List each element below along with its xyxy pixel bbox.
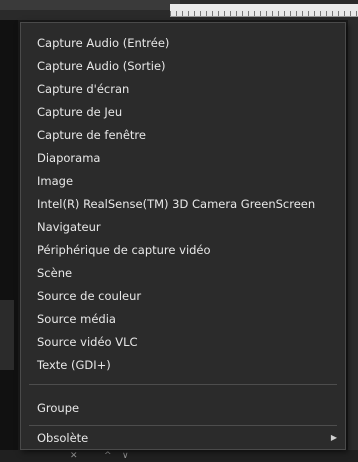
menu-item-deprecated[interactable]: Obsolète ▶: [21, 428, 345, 448]
menu-item-realsense-greenscreen[interactable]: Intel(R) RealSense(TM) 3D Camera GreenSc…: [21, 193, 345, 216]
menu-item-display-capture[interactable]: Capture d'écran: [21, 78, 345, 101]
menu-item-slideshow[interactable]: Diaporama: [21, 147, 345, 170]
background-label-strip: [0, 0, 180, 10]
menu-item-game-capture[interactable]: Capture de Jeu: [21, 101, 345, 124]
menu-item-group[interactable]: Groupe: [21, 397, 345, 420]
menu-item-scene[interactable]: Scène: [21, 262, 345, 285]
menu-item-audio-output-capture[interactable]: Capture Audio (Sortie): [21, 55, 345, 78]
background-ruler: [170, 4, 358, 17]
menu-separator: [29, 425, 337, 426]
background-left-panel: [0, 20, 18, 462]
menu-item-browser[interactable]: Navigateur: [21, 216, 345, 239]
menu-separator: [29, 384, 337, 385]
bottom-up-icon: ^: [104, 451, 112, 461]
bottom-down-icon: ∨: [122, 451, 129, 461]
submenu-arrow-icon: ▶: [330, 433, 337, 442]
menu-item-color-source[interactable]: Source de couleur: [21, 285, 345, 308]
bottom-close-icon: ✕: [70, 451, 78, 461]
menu-item-deprecated-label: Obsolète: [37, 431, 89, 445]
menu-item-audio-input-capture[interactable]: Capture Audio (Entrée): [21, 32, 345, 55]
background-bottom-bar: [0, 450, 358, 462]
background-left-panel-highlight: [0, 300, 14, 370]
background-right-panel: [348, 20, 358, 462]
menu-item-text-gdi[interactable]: Texte (GDI+): [21, 354, 345, 377]
menu-item-media-source[interactable]: Source média: [21, 308, 345, 331]
menu-item-vlc-video-source[interactable]: Source vidéo VLC: [21, 331, 345, 354]
menu-item-image[interactable]: Image: [21, 170, 345, 193]
add-source-context-menu: Capture Audio (Entrée) Capture Audio (So…: [20, 22, 346, 450]
menu-item-video-capture-device[interactable]: Périphérique de capture vidéo: [21, 239, 345, 262]
menu-item-window-capture[interactable]: Capture de fenêtre: [21, 124, 345, 147]
